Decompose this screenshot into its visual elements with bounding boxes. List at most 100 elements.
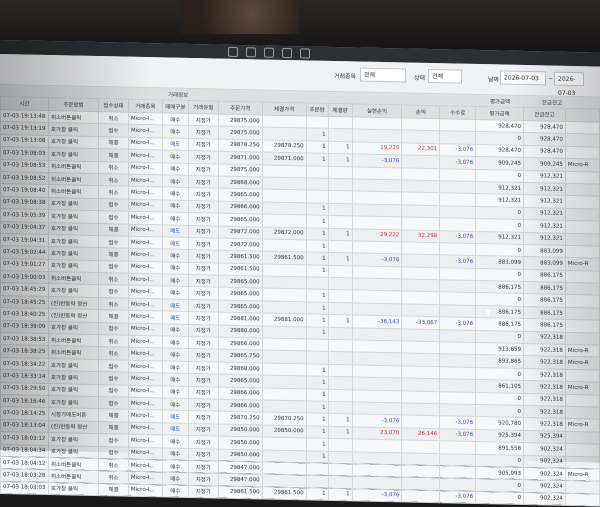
table-cell	[262, 176, 307, 191]
table-cell: Micro-I...	[128, 260, 163, 274]
table-cell: 886,175	[523, 306, 566, 320]
table-cell	[352, 389, 402, 403]
table-cell	[306, 165, 329, 179]
table-cell: 928,470	[475, 119, 524, 133]
column-header[interactable]: 수수료	[439, 105, 476, 120]
table-cell: 매수	[162, 162, 189, 176]
table-cell: 909,245	[523, 157, 566, 171]
column-header[interactable]: 체결가격	[262, 101, 307, 116]
table-cell: 29871.000	[262, 152, 307, 166]
table-cell	[352, 215, 402, 230]
column-header[interactable]: 평가금액	[475, 106, 524, 121]
table-cell: 1	[328, 488, 353, 501]
column-header[interactable]	[565, 108, 600, 123]
date-to-input[interactable]: 2026-07-03	[554, 71, 584, 97]
trade-item-select[interactable]: 전체	[360, 67, 406, 83]
table-cell: Micro-R	[565, 158, 600, 172]
table-cell: 매수	[162, 472, 189, 486]
table-cell: 호가창 클릭	[48, 209, 99, 224]
table-cell	[401, 291, 440, 305]
table-cell: 886,175	[523, 293, 566, 308]
table-cell: 29861.500	[218, 485, 263, 500]
status-select[interactable]: 전체	[428, 68, 462, 84]
column-header[interactable]: 거래종목	[128, 99, 163, 113]
table-cell: 912,321	[475, 181, 524, 195]
table-cell: 07-03 18:40:25	[0, 307, 49, 322]
table-cell: 매수	[162, 348, 189, 362]
table-cell	[565, 443, 600, 457]
table-cell	[565, 170, 600, 185]
table-cell	[352, 203, 402, 218]
table-cell: 시장가매도버튼	[48, 407, 99, 422]
table-cell: 지정가	[188, 274, 219, 288]
table-cell: 891,558	[475, 441, 524, 456]
table-cell: 07-03 19:02:44	[0, 245, 49, 260]
pencil-icon[interactable]	[228, 46, 238, 57]
table-cell: 매수	[162, 187, 189, 201]
table-cell: 매도	[162, 298, 189, 312]
table-cell	[565, 480, 600, 494]
table-cell: 매수	[162, 397, 189, 411]
table-cell: 지정가	[188, 348, 219, 362]
table-cell: 취소버튼클릭	[48, 457, 99, 471]
table-cell: 취소	[98, 185, 129, 199]
camera-icon[interactable]	[300, 48, 310, 59]
table-cell: -3,076	[352, 253, 402, 267]
column-header[interactable]: 주문방법	[48, 97, 99, 112]
column-header[interactable]: 잔금잔고	[523, 107, 566, 122]
table-cell: 29861.500	[218, 262, 263, 277]
table-cell: 29871.000	[218, 151, 263, 165]
table-cell	[352, 476, 402, 490]
table-cell	[328, 165, 353, 179]
column-header[interactable]: 매매구분	[162, 99, 189, 114]
column-header[interactable]: 거래유형	[188, 100, 219, 115]
table-cell	[262, 399, 307, 414]
table-cell: 접수	[98, 285, 129, 299]
column-header[interactable]: 실현손익	[352, 103, 402, 118]
table-cell: 지정가	[188, 410, 219, 424]
table-cell: 912,321	[523, 182, 566, 196]
table-cell: 1	[306, 363, 329, 377]
table-cell	[565, 282, 600, 296]
column-header[interactable]: 접수상태	[98, 98, 129, 113]
table-cell: 902,324	[523, 442, 566, 456]
table-cell: 29880.000	[218, 324, 263, 339]
table-cell	[328, 215, 353, 229]
table-cell	[439, 304, 476, 318]
table-cell	[401, 303, 440, 317]
table-cell: 902,324	[523, 492, 566, 506]
minimize-icon[interactable]	[246, 47, 256, 58]
table-cell	[439, 168, 476, 182]
close-icon[interactable]	[282, 47, 292, 59]
column-header[interactable]: 시간	[0, 96, 49, 111]
table-cell: 지정가	[188, 175, 219, 189]
order-history-grid: 거래정보 평가금액 잔금잔고 시간 주문방법 접수상태 거래종목 매매구분 거래유형 주문가…	[0, 85, 600, 507]
table-cell: 매도	[162, 410, 189, 424]
table-cell: 902,324	[523, 455, 566, 469]
column-header[interactable]: 체결량	[328, 103, 353, 117]
table-cell: 29850.000	[218, 436, 263, 450]
date-separator: ~	[548, 75, 554, 83]
trade-item-label: 거래종목	[334, 72, 357, 81]
table-cell: 1	[306, 376, 329, 389]
column-header[interactable]: 주문량	[306, 102, 329, 117]
table-cell: 취소	[98, 173, 129, 187]
table-cell: -3,076	[439, 428, 476, 442]
table-cell	[565, 270, 600, 284]
table-cell: 32,298	[401, 229, 440, 243]
table-cell: Micro-I...	[128, 459, 163, 473]
table-cell: 29865.000	[218, 287, 263, 301]
table-cell: 922,318	[523, 343, 566, 357]
table-cell	[439, 279, 476, 293]
column-header[interactable]: 주문가격	[218, 101, 263, 115]
table-cell	[352, 352, 402, 366]
table-cell: -3,076	[439, 490, 476, 504]
restore-icon[interactable]	[264, 47, 274, 58]
table-cell: 체결	[98, 408, 129, 422]
column-header[interactable]: 손익	[401, 104, 440, 119]
table-cell: -3,076	[352, 488, 402, 503]
table-cell: 1	[306, 450, 329, 464]
table-cell: 07-03 19:13:08	[0, 134, 49, 148]
date-from-input[interactable]: 2026-07-03	[500, 70, 546, 86]
table-cell: 지정가	[188, 249, 219, 263]
